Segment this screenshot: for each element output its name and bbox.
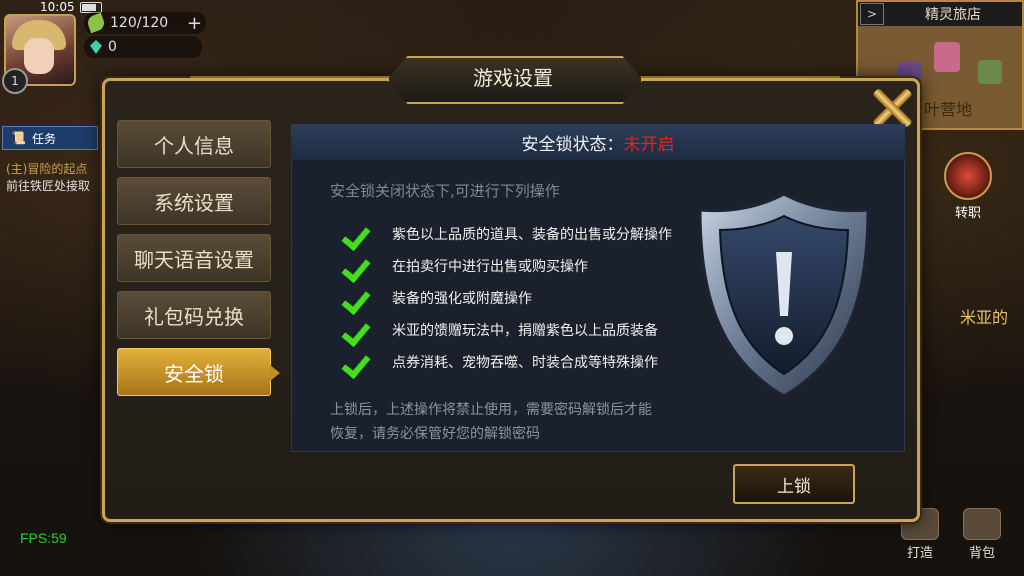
lock-warning-note: 上锁后，上述操作将禁止使用，需要密码解锁后才能 恢复，请务必保管好您的解锁密码 [330,398,670,446]
scroll-icon: 📜 [11,131,26,145]
operation-item: 在拍卖行中进行出售或购买操作 [344,252,588,280]
lock-status-bar: 安全锁状态： 未开启 [291,124,905,160]
job-change-icon [944,152,992,200]
operation-text: 装备的强化或附魔操作 [392,291,532,307]
minimap-npc-marker [934,42,960,72]
lock-intro-text: 安全锁关闭状态下,可进行下列操作 [330,182,560,200]
note-line: 上锁后，上述操作将禁止使用，需要密码解锁后才能 [330,402,652,418]
minimap-title-bar: > 精灵旅店 [858,2,1022,26]
settings-menu: 个人信息 系统设置 聊天语音设置 礼包码兑换 安全锁 [117,120,280,405]
lock-button[interactable]: 上锁 [733,464,855,504]
operation-item: 装备的强化或附魔操作 [344,284,532,312]
operation-item: 紫色以上品质的道具、装备的出售或分解操作 [344,220,672,248]
operation-text: 米亚的馈赠玩法中，捐赠紫色以上品质装备 [392,323,658,339]
title-divider [190,76,390,78]
clock-time: 10:05 [40,0,75,14]
player-level-badge: 1 [2,68,28,94]
forge-label: 打造 [906,546,933,561]
quest-title[interactable]: (主)冒险的起点 [6,160,87,177]
gem-icon [90,40,102,54]
operation-item: 米亚的馈赠玩法中，捐赠紫色以上品质装备 [344,316,658,344]
fps-counter: FPS:59 [20,530,67,546]
gem-counter: 0 [84,36,202,58]
lock-status-label: 安全锁状态： [521,134,624,155]
operation-text: 紫色以上品质的道具、装备的出售或分解操作 [392,227,672,243]
check-icon [344,349,374,375]
collapse-arrow-icon[interactable]: > [860,3,884,25]
title-divider [640,76,840,78]
tab-gift-code[interactable]: 礼包码兑换 [117,291,271,339]
gem-value: 0 [108,39,117,55]
energy-value: 120/120 [110,15,169,31]
operation-text: 点券消耗、宠物吞噬、时装合成等特殊操作 [392,355,658,371]
bag-button[interactable]: 背包 [958,508,1006,561]
check-icon [344,221,374,247]
tab-personal-info[interactable]: 个人信息 [117,120,271,168]
avatar-face [24,38,54,74]
leaf-icon [85,12,107,34]
task-tab-label: 任务 [31,131,56,146]
quest-description[interactable]: 前往铁匠处接取 [6,177,90,194]
energy-counter: 120/120 + [84,12,206,34]
operation-text: 在拍卖行中进行出售或购买操作 [392,259,588,275]
operation-item: 点券消耗、宠物吞噬、时装合成等特殊操作 [344,348,658,376]
add-energy-button[interactable]: + [187,13,202,34]
check-icon [344,285,374,311]
minimap-npc-marker [978,60,1002,84]
job-change-button[interactable]: 转职 [940,152,996,221]
job-change-label: 转职 [954,206,981,221]
check-icon [344,253,374,279]
tab-system-settings[interactable]: 系统设置 [117,177,271,225]
tab-security-lock[interactable]: 安全锁 [117,348,280,396]
minimap-location-name: 精灵旅店 [925,7,981,23]
minimap-area-label: 叶营地 [924,100,973,119]
tab-chat-voice-settings[interactable]: 聊天语音设置 [117,234,271,282]
note-line: 恢复，请务必保管好您的解锁密码 [330,426,540,442]
npc-name-label: 米亚的 [960,308,1009,327]
bag-label: 背包 [968,546,995,561]
dialog-title: 游戏设置 [473,66,553,90]
check-icon [344,317,374,343]
backpack-icon [963,508,1001,540]
shield-warning-icon [698,192,870,398]
lock-status-value: 未开启 [623,134,675,155]
task-tab[interactable]: 📜 任务 [2,126,98,150]
